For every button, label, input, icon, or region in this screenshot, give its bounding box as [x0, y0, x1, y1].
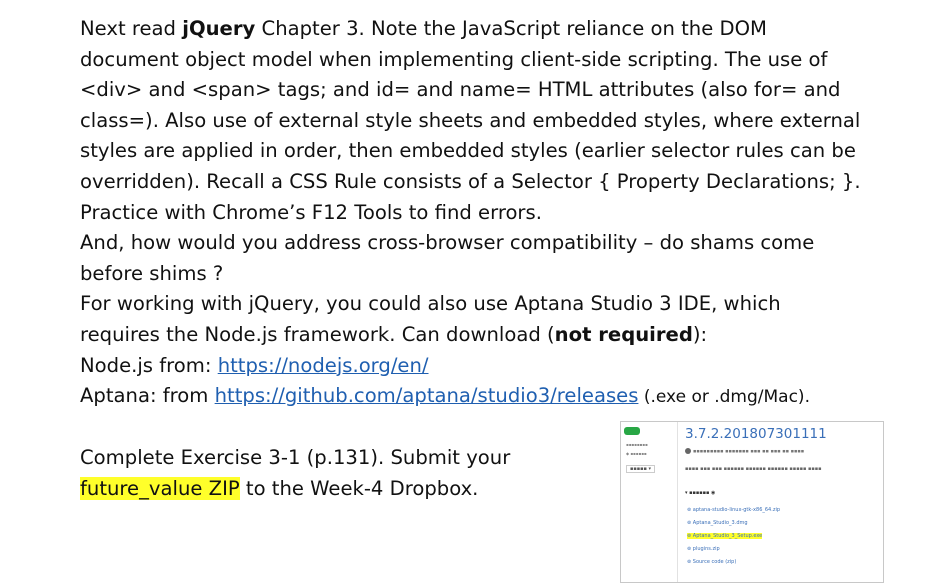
assets-heading: ▾ ▪▪▪▪▪▪ ◉	[685, 490, 716, 496]
release-version-title: 3.7.2.201807301111	[685, 426, 827, 442]
aptana-label: Aptana: from	[80, 384, 215, 408]
asset-item[interactable]: ⊚ Aptana_Studio_3.dmg	[687, 520, 748, 526]
asset-item[interactable]: ⊚ Source code (zip)	[687, 559, 736, 565]
releases-page-screenshot: ▪▪▪▪▪▪▪▪ ◆ ▪▪▪▪▪▪ ▪▪▪▪▪ ▾ 3.7.2.20180730…	[620, 421, 884, 583]
aptana-line: Aptana: from https://github.com/aptana/s…	[80, 381, 900, 413]
release-author: ▪▪▪▪▪▪▪▪▪ ▪▪▪▪▪▪▪ ▪▪▪ ▪▪ ▪▪▪ ▪▪ ▪▪▪▪	[685, 448, 804, 455]
text-run: overridden). Recall a CSS Rule consists …	[80, 169, 861, 193]
aptana-suffix: (.exe or .dmg/Mac).	[638, 387, 810, 408]
release-sidebar: ▪▪▪▪▪▪▪▪ ◆ ▪▪▪▪▪▪ ▪▪▪▪▪ ▾	[621, 422, 678, 582]
nodejs-line: Node.js from: https://nodejs.org/en/	[80, 351, 900, 382]
text-run: For working with jQuery, you could also …	[80, 292, 781, 316]
bold-text: not required	[554, 322, 693, 346]
tag-text: ▪▪▪▪▪▪▪▪	[626, 442, 648, 447]
paragraph-line: For working with jQuery, you could also …	[80, 289, 900, 320]
paragraph-line: class=). Also use of external style shee…	[80, 106, 900, 137]
text-run: Next read	[80, 17, 183, 40]
release-description: ▪▪▪▪ ▪▪▪ ▪▪▪ ▪▪▪▪▪▪ ▪▪▪▪▪▪ ▪▪▪▪▪▪ ▪▪▪▪▪ …	[685, 466, 822, 472]
bold-text: jQuery	[182, 17, 256, 40]
avatar	[685, 448, 691, 454]
asset-name: Aptana_Studio_3.dmg	[692, 520, 748, 526]
paragraph-line: overridden). Recall a CSS Rule consists …	[80, 167, 900, 198]
text-run: styles are applied in order, then embedd…	[80, 139, 856, 163]
asset-name: plugins.zip	[692, 546, 720, 552]
text-run: document object model when implementing …	[80, 47, 828, 71]
asset-name: Source code (zip)	[692, 559, 737, 565]
text-run: And, how would you address cross-browser…	[80, 231, 815, 255]
asset-item[interactable]: ⊚ Aptana_Studio_3_Setup.exe	[687, 533, 763, 539]
paragraph-line: Practice with Chrome’s F12 Tools to find…	[80, 198, 900, 229]
paragraph-line: document object model when implementing …	[80, 45, 900, 76]
text-run: ):	[692, 322, 708, 346]
paragraph-line: And, how would you address cross-browser…	[80, 228, 900, 259]
text-run: Practice with Chrome’s F12 Tools to find…	[80, 200, 542, 224]
asset-name: aptana-studio-linux-gtk-x86_64.zip	[692, 507, 781, 513]
text-run: before shims ?	[80, 261, 224, 285]
nodejs-link[interactable]: https://nodejs.org/en/	[218, 354, 429, 377]
asset-name: Aptana_Studio_3_Setup.exe	[692, 533, 763, 539]
exercise-line-2-rest: to the Week-4 Dropbox.	[239, 476, 479, 500]
text-run: <div> and <span> tags; and id= and name=…	[80, 78, 841, 102]
paragraph-line: requires the Node.js framework. Can down…	[80, 320, 900, 351]
aptana-link[interactable]: https://github.com/aptana/studio3/releas…	[215, 384, 639, 407]
paragraph-line: Next read jQuery Chapter 3. Note the Jav…	[80, 14, 900, 45]
compare-dropdown: ▪▪▪▪▪ ▾	[626, 465, 656, 473]
text-run: class=). Also use of external style shee…	[80, 108, 861, 132]
asset-item[interactable]: ⊚ aptana-studio-linux-gtk-x86_64.zip	[687, 507, 780, 513]
latest-release-badge	[624, 427, 640, 435]
paragraph-line: <div> and <span> tags; and id= and name=…	[80, 75, 900, 106]
text-run: Chapter 3. Note the JavaScript reliance …	[255, 17, 767, 40]
instructions-paragraph: Next read jQuery Chapter 3. Note the Jav…	[80, 14, 900, 351]
text-run: requires the Node.js framework. Can down…	[80, 322, 555, 346]
commit-text: ◆ ▪▪▪▪▪▪	[626, 451, 647, 456]
paragraph-line: before shims ?	[80, 259, 900, 290]
nodejs-label: Node.js from:	[80, 353, 218, 377]
paragraph-line: styles are applied in order, then embedd…	[80, 136, 900, 167]
asset-item[interactable]: ⊚ plugins.zip	[687, 546, 720, 552]
highlighted-submission-text: future_value ZIP	[80, 476, 240, 500]
